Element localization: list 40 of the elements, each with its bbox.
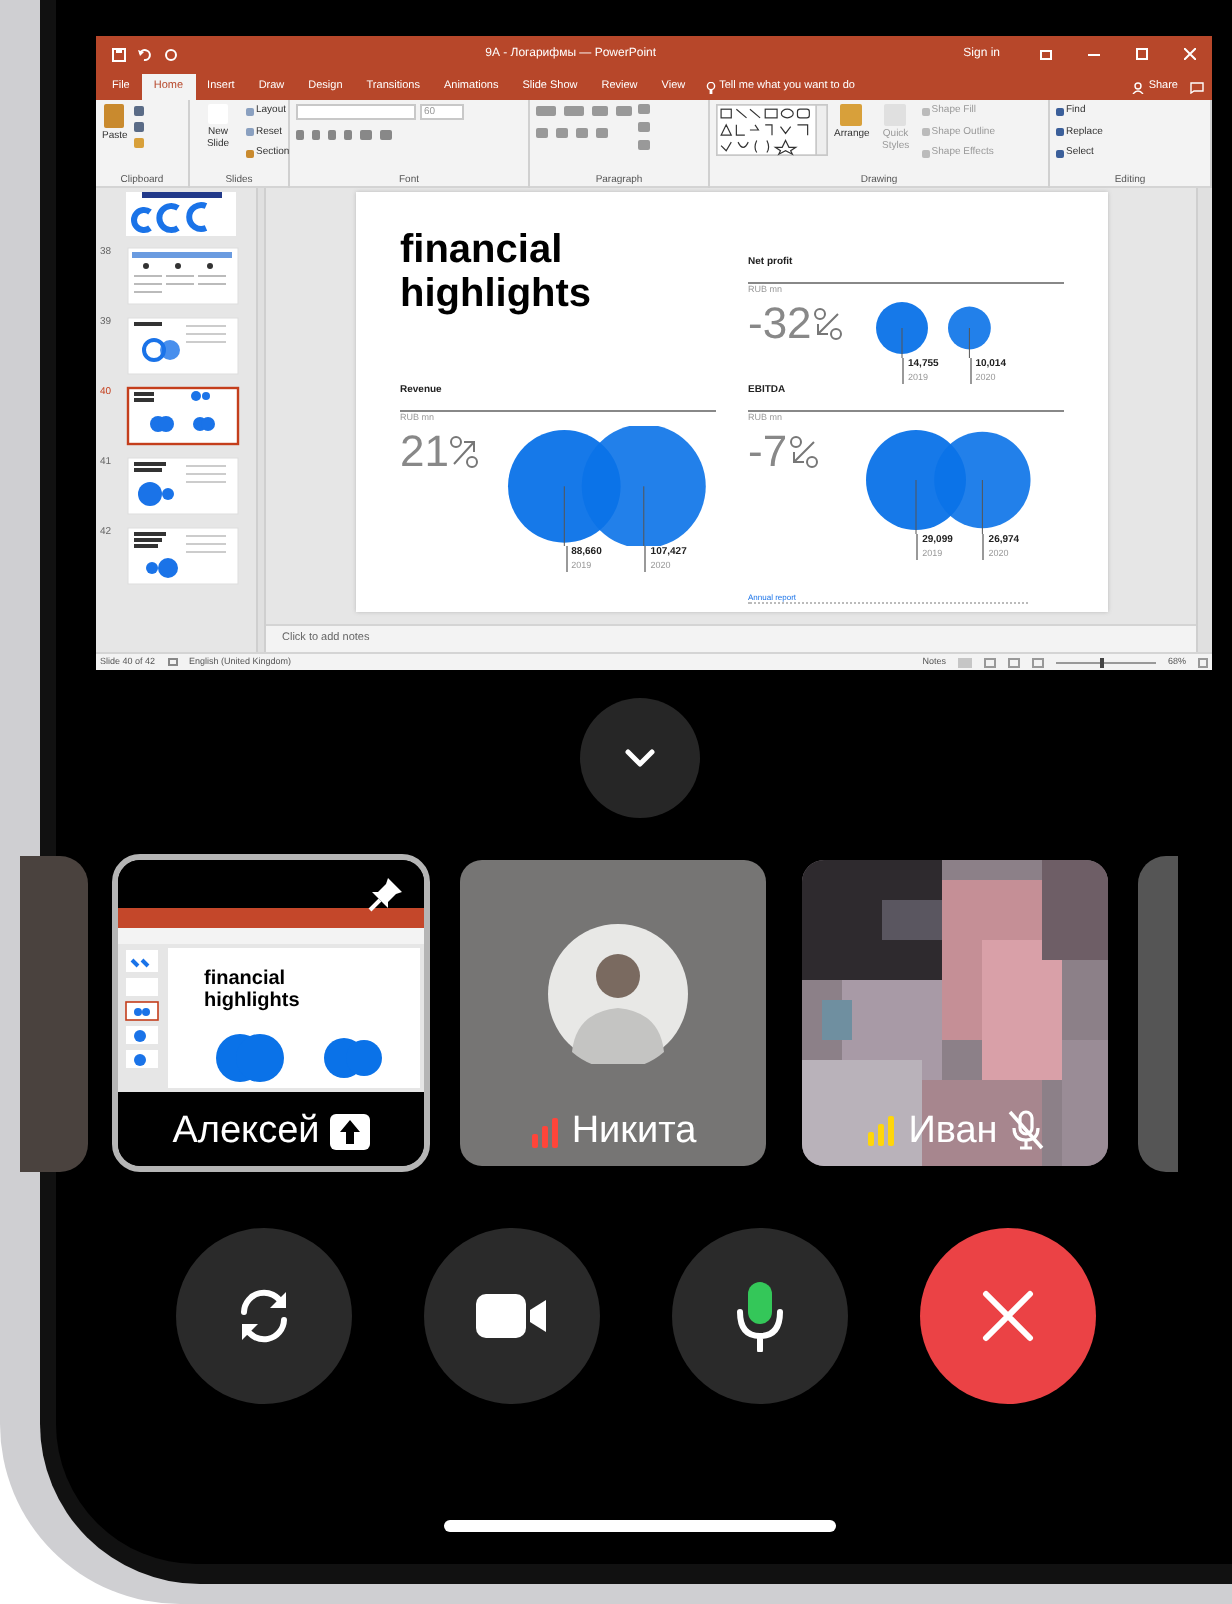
redo-icon[interactable] <box>164 47 178 61</box>
slide-title: financial highlights <box>400 228 594 320</box>
chevron-down-icon <box>624 748 656 768</box>
percent-arrow-icon <box>811 305 846 342</box>
participant-name: Иван <box>908 1111 998 1149</box>
participant-name: Никита <box>571 1112 697 1150</box>
comment-icon[interactable] <box>1190 82 1204 94</box>
close-icon[interactable] <box>1184 48 1196 60</box>
percent-change: -7 <box>748 429 788 474</box>
slide-thumbnail[interactable] <box>126 386 240 446</box>
avatar <box>548 924 688 1064</box>
percent-change: 21 <box>400 429 449 474</box>
participant-tile[interactable]: Иван <box>796 854 1114 1172</box>
preview-title: financial highlights <box>204 968 302 1012</box>
ribbon-display-icon[interactable] <box>1040 49 1052 59</box>
lightbulb-icon <box>705 81 716 93</box>
scrollbar[interactable] <box>1196 188 1212 652</box>
participant-name: Алексей <box>172 1112 320 1150</box>
participant-tile[interactable]: financial highlights Алексей <box>112 854 430 1172</box>
close-icon <box>980 1288 1036 1344</box>
video-camera-icon <box>476 1294 548 1338</box>
percent-arrow-icon <box>448 433 483 470</box>
pin-icon[interactable] <box>368 876 404 912</box>
save-icon[interactable] <box>112 47 126 61</box>
participant-tile[interactable]: Никита <box>454 854 772 1172</box>
person-icon <box>1132 81 1145 93</box>
percent-change: -32 <box>748 301 812 346</box>
undo-icon[interactable] <box>138 47 152 61</box>
percent-arrow-icon <box>787 433 822 470</box>
zoom-thumb[interactable] <box>1099 657 1104 667</box>
font-name-field[interactable] <box>296 104 416 120</box>
microphone-icon <box>736 1280 784 1352</box>
minimize-icon[interactable] <box>1088 53 1100 55</box>
participant-tile[interactable] <box>20 855 88 1171</box>
shapes-gallery-icon[interactable] <box>716 104 828 156</box>
scrollbar[interactable] <box>256 188 266 652</box>
participant-tile[interactable] <box>1138 855 1178 1171</box>
paste-icon[interactable] <box>104 104 125 128</box>
slide-thumbnail[interactable] <box>126 192 236 236</box>
maximize-icon[interactable] <box>1136 48 1148 60</box>
